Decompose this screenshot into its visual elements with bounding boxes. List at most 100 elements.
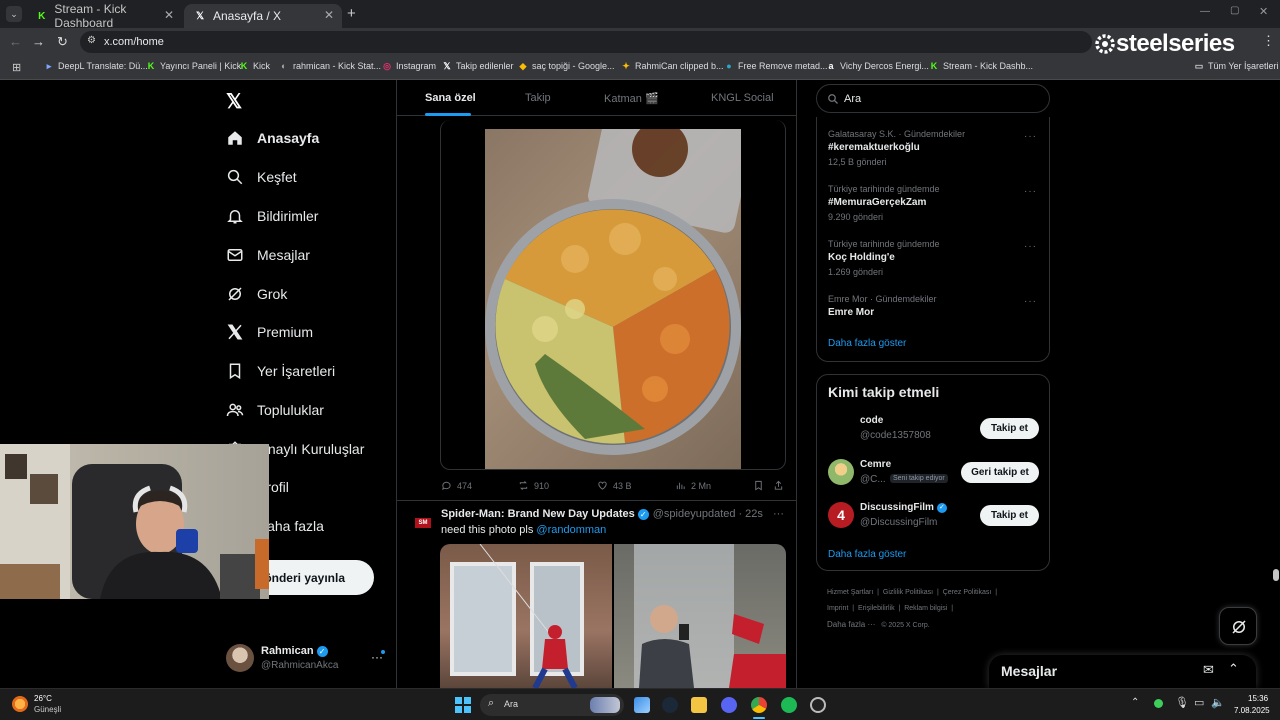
post-avatar[interactable]: SM — [413, 514, 433, 534]
footer-link[interactable]: Erişilebilirlik — [858, 605, 895, 612]
show-hidden-icons[interactable]: ⌃ — [1131, 697, 1139, 708]
close-icon[interactable]: ✕ — [324, 8, 334, 22]
address-bar[interactable]: ⚙ x.com/home — [80, 31, 1092, 53]
bookmark-item[interactable]: K Yayıncı Paneli | Kick — [146, 61, 241, 71]
scrollbar-thumb[interactable] — [1273, 569, 1279, 581]
show-more-trends-link[interactable]: Daha fazla göster — [828, 338, 906, 349]
footer-link[interactable]: Gizlilik Politikası — [883, 589, 933, 596]
microphone-icon[interactable]: 🎙 — [1175, 696, 1189, 709]
new-message-icon[interactable]: ✉ — [1203, 662, 1214, 678]
bookmark-item[interactable]: ◎ Instagram — [382, 61, 436, 71]
post-media-left[interactable] — [440, 544, 612, 688]
steam-icon[interactable] — [662, 697, 678, 713]
follow-button[interactable]: Takip et — [980, 505, 1039, 526]
close-icon[interactable]: ✕ — [164, 8, 174, 22]
more-dots-icon[interactable]: ··· — [1024, 186, 1037, 197]
post-handle[interactable]: @spideyupdated — [653, 508, 736, 520]
more-dots-icon[interactable]: ··· — [1024, 241, 1037, 252]
tab-kick-dashboard[interactable]: K Stream - Kick Dashboard ✕ — [26, 2, 182, 30]
expand-icon[interactable]: ⌃ — [1228, 661, 1239, 677]
nav-bookmarks[interactable]: Yer İşaretleri — [226, 362, 335, 380]
all-bookmarks-folder[interactable]: ▭ Tüm Yer İşaretleri — [1194, 61, 1279, 71]
minimize-icon[interactable]: — — [1200, 6, 1210, 17]
file-explorer-icon[interactable] — [691, 697, 707, 713]
footer-link[interactable]: Reklam bilgisi — [904, 605, 947, 612]
nav-grok[interactable]: Grok — [226, 285, 287, 303]
clock-date[interactable]: 7.08.2025 — [1234, 706, 1270, 715]
weather-widget[interactable]: 26°C Güneşli — [10, 693, 80, 717]
apps-icon[interactable]: ⊞ — [12, 61, 21, 74]
reload-icon[interactable]: ↻ — [57, 34, 68, 50]
clock-time[interactable]: 15:36 — [1248, 694, 1268, 703]
bookmark-item[interactable]: K Stream - Kick Dashb... — [929, 61, 1033, 71]
window-close-icon[interactable]: ✕ — [1259, 5, 1268, 18]
trend-item[interactable]: Türkiye tarihinde gündemde Koç Holding'e… — [828, 239, 1038, 277]
post-time[interactable]: 22s — [745, 508, 763, 520]
grok-floating-button[interactable] — [1219, 607, 1257, 645]
start-button[interactable] — [455, 697, 471, 713]
volume-icon[interactable]: 🔈 — [1211, 696, 1225, 709]
post-author[interactable]: Spider-Man: Brand New Day Updates — [441, 508, 635, 520]
reply-button[interactable]: 474 — [441, 480, 472, 491]
repost-button[interactable]: 910 — [518, 480, 549, 491]
follow-suggestion[interactable]: Cemre @C... Seni takip ediyor Geri takip… — [817, 455, 1049, 491]
post-more-icon[interactable]: ··· — [773, 508, 784, 520]
follow-suggestion[interactable]: code @code1357808 Takip et — [817, 411, 1049, 447]
messages-drawer[interactable]: Mesajlar ✉ ⌃ — [989, 655, 1256, 688]
network-icon[interactable]: ▭ — [1194, 696, 1204, 709]
post-mention[interactable]: @randomman — [536, 524, 606, 536]
nav-communities[interactable]: Topluluklar — [226, 401, 324, 419]
account-switcher[interactable]: Rahmican ✓ @RahmicanAkca ··· — [226, 642, 388, 676]
tab-x-home[interactable]: 𝕏 Anasayfa / X ✕ — [184, 4, 342, 28]
menu-icon[interactable]: ⋮ — [1262, 33, 1275, 49]
follow-button[interactable]: Takip et — [980, 418, 1039, 439]
footer-link[interactable]: Imprint — [827, 605, 848, 612]
nav-notifications[interactable]: Bildirimler — [226, 207, 318, 225]
share-button[interactable] — [773, 480, 789, 491]
footer-more-link[interactable]: Daha fazla ··· — [827, 620, 875, 629]
follow-back-button[interactable]: Geri takip et — [961, 462, 1039, 483]
tab-kngl-social[interactable]: KNGL Social — [711, 92, 774, 104]
follow-suggestion[interactable]: 4 DiscussingFilm ✓ @DiscussingFilm Takip… — [817, 498, 1049, 534]
nav-premium[interactable]: Premium — [226, 323, 313, 341]
post-media-right[interactable] — [614, 544, 786, 688]
site-info-icon[interactable]: ⚙ — [87, 35, 96, 46]
footer-link[interactable]: Hizmet Şartları — [827, 589, 873, 596]
more-dots-icon[interactable]: ··· — [1024, 296, 1037, 307]
chrome-icon[interactable] — [751, 697, 767, 713]
taskbar-search[interactable]: ⌕ Ara — [480, 694, 624, 716]
x-logo[interactable]: 𝕏 — [226, 89, 242, 114]
tab-search-button[interactable]: ⌄ — [6, 6, 22, 22]
back-icon[interactable]: ← — [9, 34, 22, 49]
trend-item[interactable]: Galatasaray S.K. · Gündemdekiler #kerema… — [828, 129, 1038, 167]
bookmark-item[interactable]: ▸ DeepL Translate: Dü... — [44, 61, 148, 71]
status-green-icon[interactable] — [1154, 699, 1163, 708]
tab-for-you[interactable]: Sana özel — [425, 92, 476, 104]
bookmark-item[interactable]: a Vichy Dercos Energi... — [826, 61, 928, 71]
tab-following[interactable]: Takip — [525, 92, 551, 104]
steelseries-gg-icon[interactable] — [810, 697, 826, 713]
bookmark-item[interactable]: ◆ saç topiği - Google... — [518, 61, 615, 71]
new-tab-button[interactable]: + — [347, 5, 356, 22]
nav-messages[interactable]: Mesajlar — [226, 246, 310, 264]
bookmark-item[interactable]: ◐ rahmican - Kick Stat... — [279, 61, 381, 71]
more-dots-icon[interactable]: ··· — [1024, 131, 1037, 142]
tab-katman[interactable]: Katman 🎬 — [604, 92, 659, 105]
trend-item[interactable]: Türkiye tarihinde gündemde #MemuraGerçek… — [828, 184, 1038, 222]
views-button[interactable]: 2 Mn — [675, 480, 711, 491]
bookmark-item[interactable]: 𝕏 Takip edilenler — [442, 61, 513, 71]
bookmark-item[interactable]: ✦ RahmiCan clipped b... — [621, 61, 723, 71]
like-button[interactable]: 43 B — [597, 480, 632, 491]
search-input[interactable]: Ara — [816, 84, 1050, 113]
maximize-icon[interactable]: ▢ — [1230, 5, 1239, 16]
discord-icon[interactable] — [721, 697, 737, 713]
spotify-icon[interactable] — [781, 697, 797, 713]
show-more-suggestions-link[interactable]: Daha fazla göster — [828, 549, 906, 560]
bookmark-item[interactable]: ● Free Remove metad... — [724, 61, 827, 71]
task-view-icon[interactable] — [634, 697, 650, 713]
bookmark-button[interactable] — [753, 480, 769, 491]
bookmark-item[interactable]: K Kick — [239, 61, 270, 71]
page-scrollbar[interactable] — [1272, 80, 1280, 688]
footer-link[interactable]: Çerez Politikası — [943, 589, 992, 596]
nav-explore[interactable]: Keşfet — [226, 168, 297, 186]
